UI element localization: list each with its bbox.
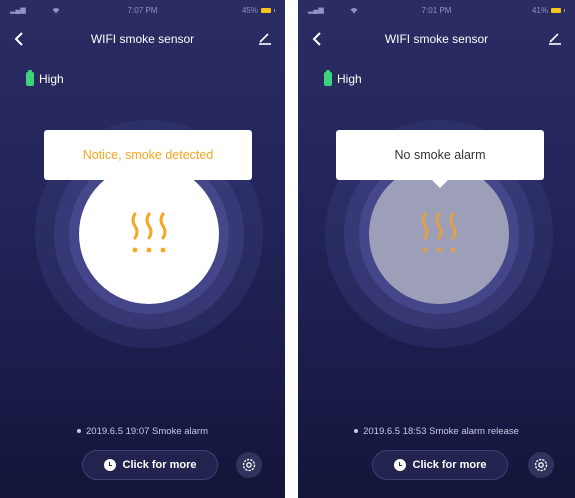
settings-button[interactable] bbox=[528, 452, 554, 478]
clock-icon bbox=[103, 459, 116, 471]
settings-icon bbox=[242, 458, 256, 472]
settings-icon bbox=[534, 458, 548, 472]
status-notice: No smoke alarm bbox=[336, 130, 544, 188]
battery-status: High bbox=[324, 70, 362, 86]
smoke-icon bbox=[131, 212, 167, 253]
page-title: WIFI smoke sensor bbox=[90, 32, 195, 46]
clock-icon bbox=[393, 459, 406, 471]
event-log-entry: 2019.6.5 18:53 Smoke alarm release bbox=[298, 426, 575, 437]
event-text: 2019.6.5 18:53 Smoke alarm release bbox=[363, 426, 519, 437]
status-bar: ▂▄▆ 7:07 PM 45% bbox=[0, 0, 285, 20]
event-text: 2019.6.5 19:07 Smoke alarm bbox=[86, 426, 208, 437]
click-for-more-button[interactable]: Click for more bbox=[372, 450, 508, 480]
click-for-more-button[interactable]: Click for more bbox=[82, 450, 218, 480]
wifi-icon bbox=[52, 7, 60, 13]
battery-icon bbox=[26, 70, 34, 86]
signal-icon: ▂▄▆ bbox=[308, 7, 324, 14]
battery-icon bbox=[324, 70, 332, 86]
battery-status: High bbox=[26, 70, 64, 86]
wifi-icon bbox=[350, 7, 358, 13]
smoke-icon bbox=[421, 212, 457, 253]
signal-icon: ▂▄▆ bbox=[10, 7, 26, 14]
nav-bar: WIFI smoke sensor bbox=[298, 24, 575, 56]
event-dot bbox=[77, 429, 81, 434]
event-log-entry: 2019.6.5 19:07 Smoke alarm bbox=[0, 426, 285, 437]
battery-level: High bbox=[337, 72, 362, 86]
click-for-more-label: Click for more bbox=[122, 459, 197, 471]
settings-button[interactable] bbox=[236, 452, 262, 478]
click-for-more-label: Click for more bbox=[412, 459, 487, 471]
status-battery-icon bbox=[261, 7, 271, 13]
battery-percent: 41% bbox=[531, 5, 548, 15]
battery-percent: 45% bbox=[241, 5, 258, 15]
page-title: WIFI smoke sensor bbox=[384, 32, 489, 46]
screen-no-smoke: ▂▄▆ 7:01 PM 41% WIFI smoke sensor High N… bbox=[298, 0, 575, 498]
event-dot bbox=[354, 429, 359, 434]
nav-bar: WIFI smoke sensor bbox=[0, 24, 285, 56]
smoke-notice: Notice, smoke detected bbox=[44, 130, 252, 188]
screen-smoke-detected: ▂▄▆ 7:07 PM 45% WIFI smoke sensor High N… bbox=[0, 0, 285, 498]
status-battery-icon bbox=[551, 7, 561, 13]
edit-icon[interactable] bbox=[547, 30, 563, 46]
edit-icon[interactable] bbox=[257, 30, 273, 46]
battery-level: High bbox=[39, 72, 64, 86]
status-bar: ▂▄▆ 7:01 PM 41% bbox=[298, 0, 575, 20]
